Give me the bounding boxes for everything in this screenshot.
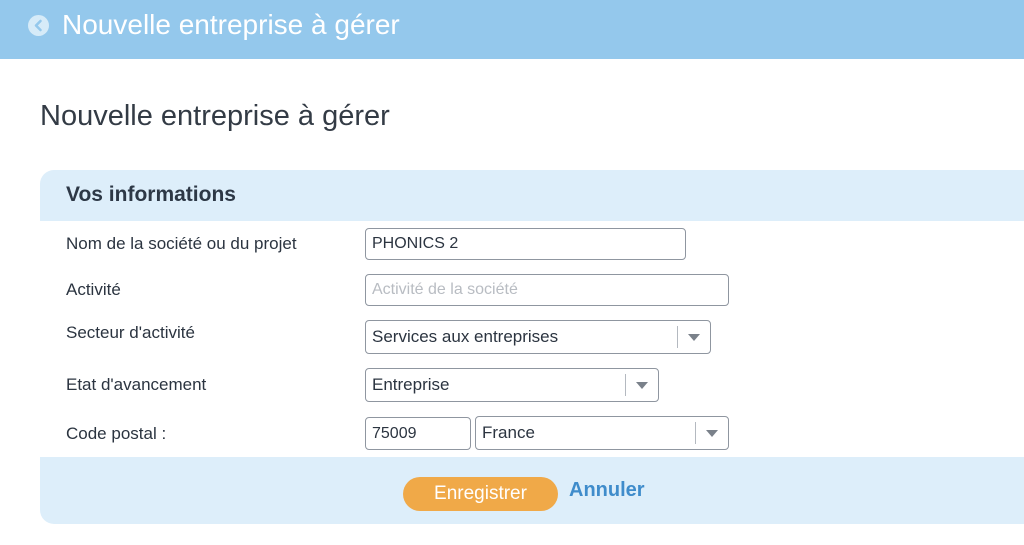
save-button[interactable]: Enregistrer xyxy=(403,477,558,511)
company-name-label: Nom de la société ou du projet xyxy=(66,234,297,253)
company-name-input[interactable] xyxy=(365,228,686,260)
chevron-down-icon xyxy=(706,430,718,437)
sector-select-value: Services aux entreprises xyxy=(372,327,559,346)
stage-select-value: Entreprise xyxy=(372,375,450,394)
section-title: Vos informations xyxy=(66,183,236,206)
form-actions: Enregistrer Annuler xyxy=(40,457,1024,524)
chevron-down-icon xyxy=(688,334,700,341)
chevron-down-icon xyxy=(636,382,648,389)
select-divider xyxy=(677,326,678,348)
country-select-value: France xyxy=(482,423,535,442)
chevron-left-icon xyxy=(34,19,42,32)
country-select[interactable]: France xyxy=(475,416,729,450)
postal-code-input[interactable] xyxy=(365,417,471,450)
select-divider xyxy=(625,374,626,396)
stage-select[interactable]: Entreprise xyxy=(365,368,659,402)
activity-label: Activité xyxy=(66,280,121,299)
sector-label: Secteur d'activité xyxy=(66,323,195,342)
cancel-link[interactable]: Annuler xyxy=(569,477,645,503)
stage-label: Etat d'avancement xyxy=(66,375,207,394)
select-divider xyxy=(695,422,696,444)
back-button[interactable] xyxy=(28,15,49,36)
page-title: Nouvelle entreprise à gérer xyxy=(40,100,390,132)
sector-select[interactable]: Services aux entreprises xyxy=(365,320,711,354)
postal-code-label: Code postal : xyxy=(66,424,167,443)
top-bar: Nouvelle entreprise à gérer xyxy=(0,0,1024,59)
activity-input[interactable] xyxy=(365,274,729,306)
section-header: Vos informations xyxy=(40,170,1024,221)
company-form-card: Vos informations Nom de la société ou du… xyxy=(40,170,1024,524)
top-bar-title: Nouvelle entreprise à gérer xyxy=(62,9,400,40)
